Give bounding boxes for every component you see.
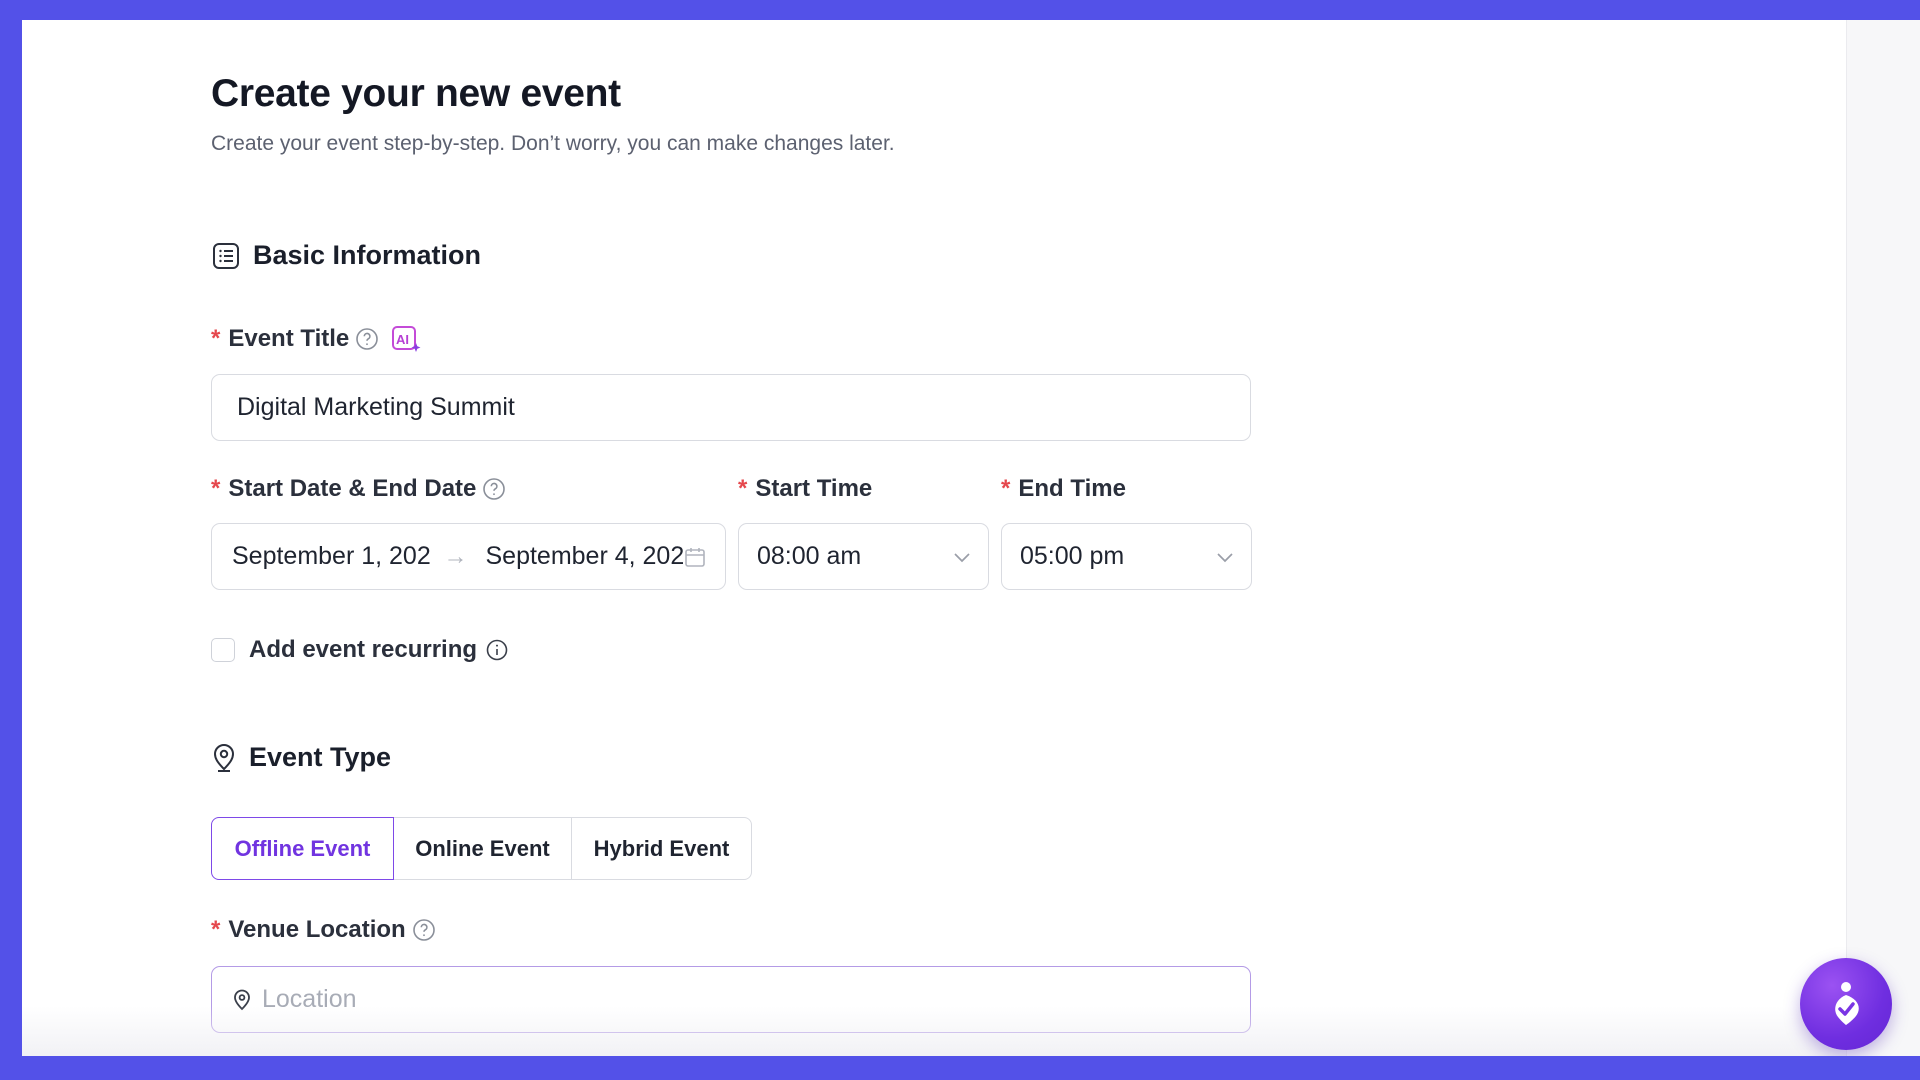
event-type-selector: Offline Event Online Event Hybrid Event xyxy=(211,817,752,880)
date-range-label: * Start Date & End Date xyxy=(211,475,506,503)
assistant-fab-button[interactable] xyxy=(1800,958,1892,1050)
ai-sparkle-icon[interactable]: AI xyxy=(391,324,421,354)
calendar-icon[interactable] xyxy=(683,545,707,569)
help-icon[interactable] xyxy=(355,327,379,351)
app-frame: Create your new event Create your event … xyxy=(22,20,1920,1056)
event-type-offline[interactable]: Offline Event xyxy=(211,817,394,880)
end-time-label-text: End Time xyxy=(1018,475,1126,502)
page-subtitle: Create your event step-by-step. Don’t wo… xyxy=(211,132,895,155)
event-title-label-text: Event Title xyxy=(228,325,350,352)
end-date-value[interactable]: September 4, 2024 xyxy=(486,542,684,571)
venue-location-label-text: Venue Location xyxy=(228,916,406,943)
required-mark: * xyxy=(738,475,748,502)
start-time-value: 08:00 am xyxy=(757,542,862,570)
section-event-type: Event Type xyxy=(211,742,391,773)
section-label: Basic Information xyxy=(253,240,482,270)
end-time-select[interactable]: 05:00 pm xyxy=(1001,523,1252,590)
event-title-label: * Event Title AI xyxy=(211,324,421,354)
map-pin-icon xyxy=(211,743,237,773)
help-icon[interactable] xyxy=(482,477,506,501)
chevron-down-icon xyxy=(952,547,972,567)
assistant-icon xyxy=(1824,979,1868,1029)
help-icon[interactable] xyxy=(412,918,436,942)
section-basic-information: Basic Information xyxy=(211,240,481,271)
required-mark: * xyxy=(211,475,221,502)
required-mark: * xyxy=(211,916,221,943)
required-mark: * xyxy=(211,325,221,352)
end-time-value: 05:00 pm xyxy=(1020,542,1125,570)
recurring-label[interactable]: Add event recurring xyxy=(249,636,477,664)
start-time-label: * Start Time xyxy=(738,475,872,503)
right-scroll-strip xyxy=(1846,20,1920,1056)
svg-text:AI: AI xyxy=(396,332,409,347)
start-date-value[interactable]: September 1, 2024 xyxy=(232,542,430,571)
end-time-label: * End Time xyxy=(1001,475,1126,503)
section-label: Event Type xyxy=(249,742,392,772)
event-type-hybrid[interactable]: Hybrid Event xyxy=(571,817,752,880)
info-icon[interactable] xyxy=(485,638,509,662)
event-title-input[interactable]: Digital Marketing Summit xyxy=(211,374,1251,441)
start-time-select[interactable]: 08:00 am xyxy=(738,523,989,590)
event-title-value: Digital Marketing Summit xyxy=(237,393,515,421)
bottom-fade xyxy=(22,1006,1846,1056)
venue-location-label: * Venue Location xyxy=(211,916,436,944)
required-mark: * xyxy=(1001,475,1011,502)
date-range-label-text: Start Date & End Date xyxy=(228,475,477,502)
recurring-option: Add event recurring xyxy=(211,636,509,664)
page-title: Create your new event xyxy=(211,72,621,115)
chevron-down-icon xyxy=(1215,547,1235,567)
event-type-online[interactable]: Online Event xyxy=(392,817,573,880)
range-arrow-icon: → xyxy=(443,542,468,570)
recurring-checkbox[interactable] xyxy=(211,638,235,662)
start-time-label-text: Start Time xyxy=(755,475,873,502)
list-icon xyxy=(211,241,241,271)
date-range-picker[interactable]: September 1, 2024 → September 4, 2024 xyxy=(211,523,726,590)
